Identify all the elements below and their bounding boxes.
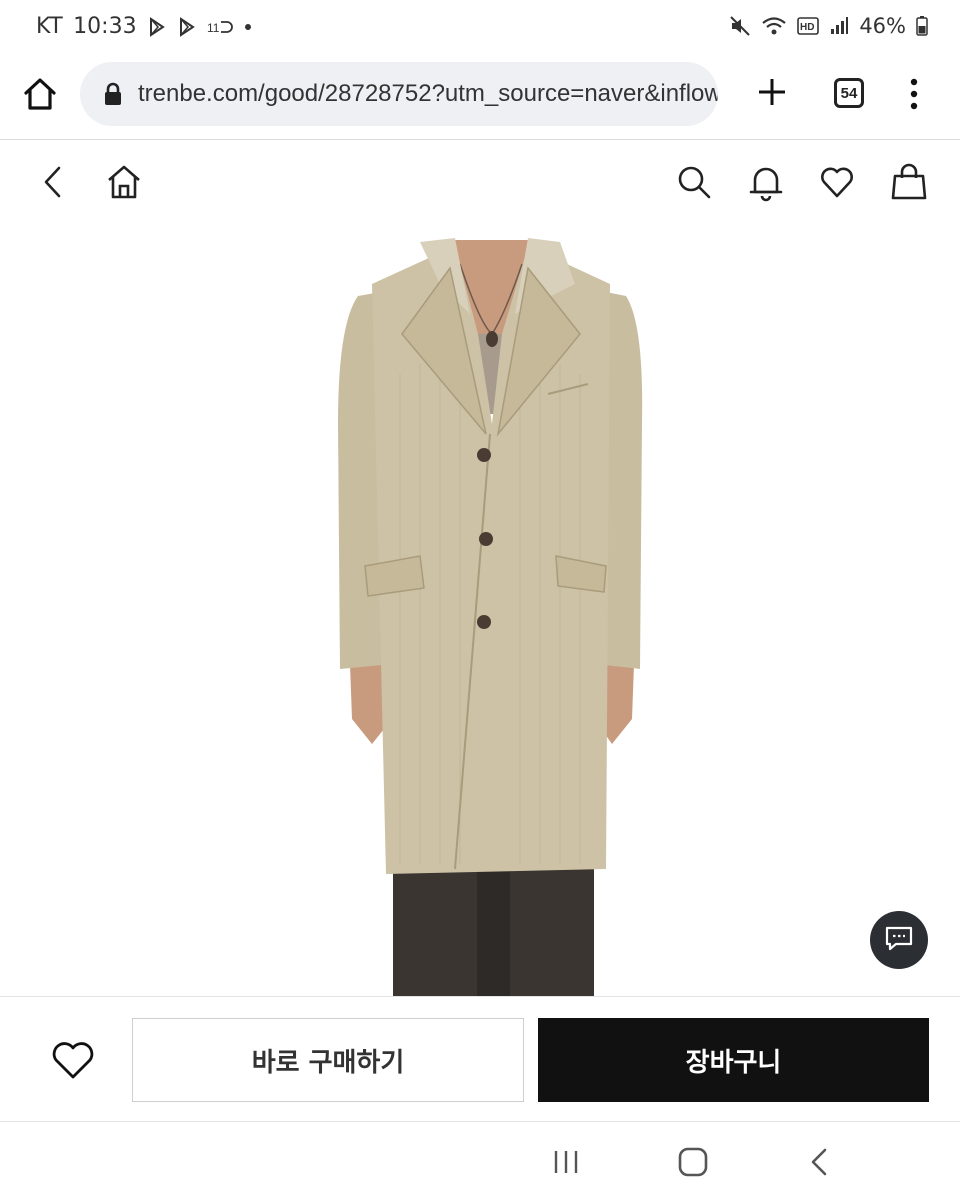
system-back-icon[interactable] [802, 1144, 838, 1180]
bell-icon[interactable] [746, 162, 786, 202]
status-bar: KT 10:33 11 HD 46% [0, 0, 960, 56]
heart-icon[interactable] [817, 162, 857, 202]
add-to-cart-button[interactable]: 장바구니 [538, 1018, 929, 1102]
shopping-bag-icon[interactable] [889, 162, 929, 202]
browser-home-icon[interactable] [20, 74, 60, 114]
clock: 10:33 [73, 14, 137, 39]
lock-icon [102, 82, 124, 106]
home-icon[interactable] [104, 162, 144, 202]
site-header [0, 140, 960, 224]
hd-icon: HD [797, 16, 820, 36]
11st-icon: 11 [207, 17, 233, 37]
status-right: HD 46% [729, 14, 928, 38]
product-image[interactable] [0, 224, 960, 996]
system-home-icon[interactable] [675, 1144, 711, 1180]
chat-button[interactable] [870, 911, 928, 969]
search-icon[interactable] [674, 162, 714, 202]
wishlist-heart-icon[interactable] [50, 1039, 96, 1081]
play-store-icon [177, 16, 197, 37]
mute-icon [729, 15, 751, 37]
address-bar[interactable]: trenbe.com/good/28728752?utm_source=nave… [80, 62, 718, 126]
wifi-icon [761, 15, 787, 37]
battery-percent: 46% [859, 14, 906, 38]
carrier-label: KT [36, 14, 64, 39]
new-tab-icon[interactable] [754, 74, 790, 110]
more-menu-icon[interactable] [902, 76, 926, 112]
dot-icon [243, 22, 253, 32]
buy-now-button[interactable]: 바로 구매하기 [132, 1018, 524, 1102]
back-arrow-icon[interactable] [34, 162, 74, 202]
battery-icon [916, 16, 928, 36]
svg-text:11: 11 [207, 21, 220, 35]
tab-switcher-button[interactable]: 54 [834, 78, 864, 108]
chat-icon [884, 925, 914, 955]
browser-toolbar: trenbe.com/good/28728752?utm_source=nave… [0, 56, 960, 140]
play-store-icon [147, 16, 167, 37]
signal-icon [829, 16, 849, 36]
coat-model-illustration [338, 238, 643, 996]
svg-text:HD: HD [800, 22, 814, 33]
url-text: trenbe.com/good/28728752?utm_source=nave… [138, 80, 718, 107]
recent-apps-icon[interactable] [548, 1144, 584, 1180]
system-navigation-bar [0, 1122, 960, 1200]
status-left: KT 10:33 11 [36, 14, 253, 39]
purchase-action-bar: 바로 구매하기 장바구니 [0, 996, 960, 1122]
